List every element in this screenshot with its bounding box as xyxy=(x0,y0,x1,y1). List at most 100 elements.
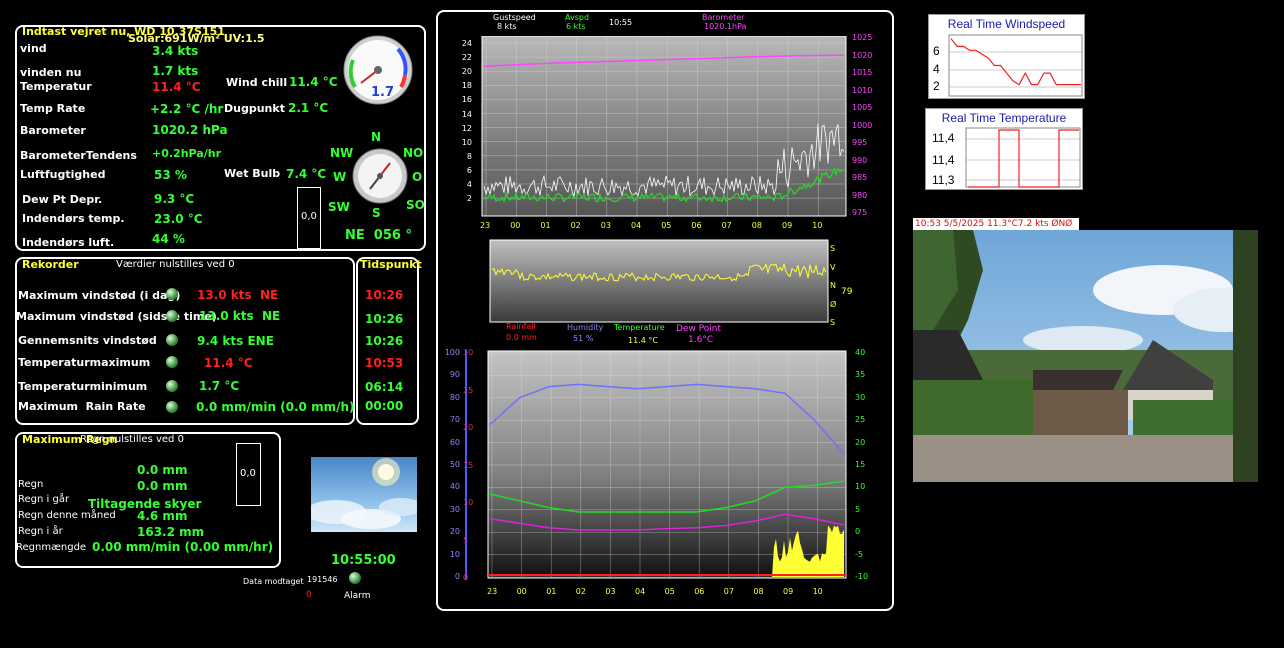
chart1-ytick-left-1: 22 xyxy=(461,53,472,63)
chart3-ytick-hum-8: 20 xyxy=(449,527,460,537)
compass-so: SO xyxy=(406,198,425,212)
chart1-xtick-0: 23 xyxy=(480,221,491,230)
chart1-ytick-left-6: 12 xyxy=(461,123,472,133)
rain-label-regn: Regn xyxy=(18,479,44,490)
row-value-indendors-temp: 23.0 °C xyxy=(154,212,203,226)
record-led-1 xyxy=(166,310,178,322)
chart3-ytick-hum-0: 100 xyxy=(444,348,460,357)
row-label-barometertendens: BarometerTendens xyxy=(20,149,137,162)
chart1-ytick-right-6: 995 xyxy=(852,138,868,147)
alarm-led[interactable] xyxy=(349,572,361,584)
row-value-indendors-luft: 44 % xyxy=(152,232,185,246)
chart3-legend-rain-value: 0.0 mm xyxy=(506,333,537,342)
chart1-ytick-right-3: 1010 xyxy=(852,85,873,95)
row-value-vinden-nu: 1.7 kts xyxy=(152,64,199,78)
chart1-legend-avspd: Avspd xyxy=(565,13,590,22)
wetbulb-value: 7.4 °C xyxy=(286,167,327,181)
chart1-xtick-7: 06 xyxy=(691,221,702,230)
rain-value-0: 0.0 mm xyxy=(137,463,188,477)
chart3-legend-dew: Dew Point xyxy=(676,324,722,334)
record-label-3: Temperaturmaximum xyxy=(18,356,151,369)
chart1-ytick-left-10: 4 xyxy=(466,180,472,189)
chart3-ytick-temp-3: 25 xyxy=(855,415,866,425)
records-subtitle: Værdier nulstilles ved 0 xyxy=(116,259,235,270)
wind-direction-compass xyxy=(352,148,408,204)
chart1-xtick-2: 01 xyxy=(540,221,551,230)
chart1-xtick-10: 09 xyxy=(782,221,793,230)
record-label-5: Maximum Rain Rate xyxy=(18,400,146,413)
compass-w: W xyxy=(333,170,347,184)
records-time-title: Tidspunkt xyxy=(360,258,422,271)
alarm-label: Alarm xyxy=(344,591,371,601)
chart1-legend-time: 10:55 xyxy=(609,18,633,27)
chart1-xtick-6: 05 xyxy=(661,221,672,230)
chart1-legend-avspd-value: 6 kts xyxy=(566,22,586,31)
chart3-legend-temp: Temperature xyxy=(614,323,665,332)
row-value-dew-pt-depr: 9.3 °C xyxy=(154,192,195,206)
clock-text: 10:55:00 xyxy=(331,553,396,568)
compass-o: O xyxy=(412,170,423,184)
record-label-4: Temperaturminimum xyxy=(18,380,148,393)
chart1-ytick-right-4: 1005 xyxy=(852,103,873,112)
data-zero: 0 xyxy=(306,590,312,600)
chart3-xtick-7: 06 xyxy=(694,587,705,596)
row-label-vinden-nu: vinden nu xyxy=(20,66,82,79)
chart2-value: 79 xyxy=(841,287,853,297)
row-label-temperatur: Temperatur xyxy=(20,80,92,93)
chart1-legend-gust-value: 8 kts xyxy=(497,22,517,31)
compass-sw: SW xyxy=(328,200,350,214)
chart3-xtick-11: 10 xyxy=(812,587,823,596)
chart3-ytick-hum-2: 80 xyxy=(449,392,460,402)
chart1-ytick-right-9: 980 xyxy=(852,190,868,200)
compass-n: N xyxy=(371,130,382,144)
chart3-ytick-hum-10: 0 xyxy=(454,572,460,581)
chart3-xtick-8: 07 xyxy=(723,587,734,596)
realtime-windspeed-chart: Real Time Windspeed 6 4 2 xyxy=(928,14,1085,99)
chart3-ytick-temp-2: 30 xyxy=(855,392,866,402)
chart3-ytick-temp-0: 40 xyxy=(855,348,866,357)
record-time-3: 10:53 xyxy=(365,356,404,370)
record-led-2 xyxy=(166,334,178,346)
record-value-2: 9.4 kts ENE xyxy=(197,334,274,348)
webcam-image xyxy=(913,230,1258,482)
rain-value-1: 0.0 mm xyxy=(137,479,188,493)
chart3-ytick-hum-1: 90 xyxy=(449,370,460,380)
chart2-wind-direction xyxy=(489,239,829,323)
row-value-temp-rate: +2.2 °C /hr xyxy=(150,102,224,116)
rain-label-regn-i-gar: Regn i går xyxy=(18,494,70,505)
chart3-ytick-temp-10: -10 xyxy=(855,572,869,581)
chart3-ytick-temp-9: -5 xyxy=(855,549,863,559)
realtime-temperature-chart: Real Time Temperature 11,4 11,4 11,3 xyxy=(925,108,1083,190)
rain-bar-box-value: 0,0 xyxy=(240,468,256,479)
chart3-ytick-hum-5: 50 xyxy=(449,460,460,469)
chart3-legend-rain: Rainfall xyxy=(506,322,536,331)
chart3-ytick-temp-4: 20 xyxy=(855,437,866,447)
chart3-ytick-hum-9: 10 xyxy=(449,549,460,559)
chart1-xtick-4: 03 xyxy=(600,221,611,230)
chart3-xtick-9: 08 xyxy=(753,587,764,596)
record-time-1: 10:26 xyxy=(365,312,404,326)
chart1-ytick-right-0: 1025 xyxy=(852,33,873,42)
record-value-0: 13.0 kts NE xyxy=(197,288,279,302)
chart3-xtick-3: 02 xyxy=(575,587,586,596)
chart3-xtick-5: 04 xyxy=(635,587,646,596)
forecast-sun-clouds-icon xyxy=(311,457,417,532)
data-received-label: Data modtaget xyxy=(243,577,304,586)
chart1-ytick-left-4: 16 xyxy=(461,95,472,105)
records-title: Rekorder xyxy=(22,258,79,271)
chart3-temp-humidity-rain xyxy=(482,348,850,582)
record-label-2: Gennemsnits vindstød xyxy=(18,334,157,347)
chart1-xtick-1: 00 xyxy=(510,221,521,230)
wind-speed-gauge: 1.7 xyxy=(343,35,413,105)
record-led-5 xyxy=(166,401,178,413)
chart2-ytick-3: Ø xyxy=(830,299,837,309)
record-led-4 xyxy=(166,380,178,392)
compass-s: S xyxy=(372,206,381,220)
chart1-ytick-right-1: 1020 xyxy=(852,50,873,60)
row-label-temp-rate: Temp Rate xyxy=(20,102,86,115)
chart1-xtick-5: 04 xyxy=(631,221,642,230)
chart3-ytick-hum-7: 30 xyxy=(449,504,460,514)
chart1-ytick-right-5: 1000 xyxy=(852,120,873,130)
row-value-barometer: 1020.2 hPa xyxy=(152,123,228,137)
chart3-xtick-2: 01 xyxy=(546,587,557,596)
